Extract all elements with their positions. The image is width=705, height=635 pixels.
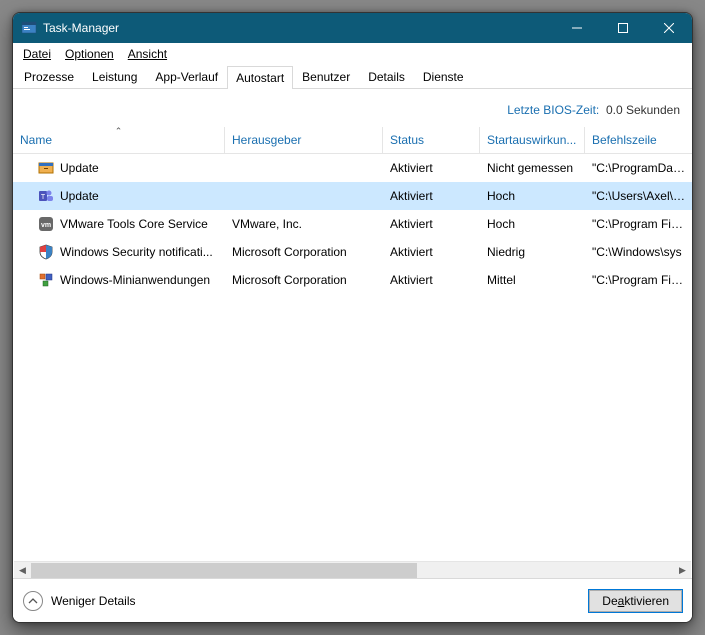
col-name[interactable]: Name ⌃ [13, 127, 225, 153]
row-status: Aktiviert [383, 245, 480, 259]
menu-options[interactable]: Optionen [59, 45, 120, 63]
table-row[interactable]: T Update AktiviertHoch"C:\Users\Axel\Ap [13, 182, 692, 210]
row-cmdline: "C:\Users\Axel\Ap [585, 189, 692, 203]
col-impact[interactable]: Startauswirkun... [480, 127, 585, 153]
tab-processes[interactable]: Prozesse [15, 65, 83, 88]
svg-text:vm: vm [41, 222, 51, 229]
table-row[interactable]: Update AktiviertNicht gemessen"C:\Program… [13, 154, 692, 182]
footer: Weniger Details Deaktivieren [13, 578, 692, 622]
titlebar[interactable]: Task-Manager [13, 13, 692, 43]
bios-timing: Letzte BIOS-Zeit: 0.0 Sekunden [13, 89, 692, 127]
row-cmdline: "C:\ProgramData\ [585, 161, 692, 175]
tab-details[interactable]: Details [359, 65, 414, 88]
tab-users[interactable]: Benutzer [293, 65, 359, 88]
row-publisher: Microsoft Corporation [225, 273, 383, 287]
vm-icon: vm [38, 216, 54, 232]
sort-indicator-icon: ⌃ [115, 127, 123, 137]
chevron-up-icon [23, 591, 43, 611]
table-body: UpdateAktiviertNicht gemessen"C:\Program… [13, 154, 692, 294]
window-title: Task-Manager [43, 21, 554, 35]
row-name: Windows-Minianwendungen [60, 273, 210, 287]
col-publisher[interactable]: Herausgeber [225, 127, 383, 153]
close-button[interactable] [646, 13, 692, 43]
table-row[interactable]: Windows Security notificati... Microsoft … [13, 238, 692, 266]
scroll-thumb[interactable] [31, 563, 417, 578]
table-row[interactable]: Windows-Minianwendungen Microsoft Corpora… [13, 266, 692, 294]
menubar: Datei Optionen Ansicht [13, 43, 692, 65]
row-impact: Nicht gemessen [480, 161, 585, 175]
maximize-button[interactable] [600, 13, 646, 43]
row-publisher: Microsoft Corporation [225, 245, 383, 259]
minimize-button[interactable] [554, 13, 600, 43]
row-cmdline: "C:\Program Files [585, 273, 692, 287]
row-name: VMware Tools Core Service [60, 217, 208, 231]
row-cmdline: "C:\Windows\sys [585, 245, 692, 259]
bios-label: Letzte BIOS-Zeit: [507, 103, 599, 117]
tab-apphistory[interactable]: App-Verlauf [146, 65, 227, 88]
table-header: Name ⌃ Herausgeber Status Startauswirkun… [13, 127, 692, 154]
row-status: Aktiviert [383, 161, 480, 175]
horizontal-scrollbar[interactable]: ◀ ▶ [14, 561, 691, 578]
row-impact: Hoch [480, 189, 585, 203]
table-row[interactable]: vm VMware Tools Core Service VMware, Inc.A… [13, 210, 692, 238]
tab-performance[interactable]: Leistung [83, 65, 146, 88]
row-name: Update [60, 189, 99, 203]
fewer-details-label: Weniger Details [51, 594, 135, 608]
row-impact: Niedrig [480, 245, 585, 259]
row-publisher: VMware, Inc. [225, 217, 383, 231]
row-status: Aktiviert [383, 189, 480, 203]
shield-icon [38, 244, 54, 260]
tab-services[interactable]: Dienste [414, 65, 473, 88]
teams-icon: T [38, 188, 54, 204]
tab-startup[interactable]: Autostart [227, 66, 293, 89]
row-name: Windows Security notificati... [60, 245, 213, 259]
disable-button[interactable]: Deaktivieren [589, 590, 682, 612]
installer-icon [38, 160, 54, 176]
row-status: Aktiviert [383, 273, 480, 287]
gadget-icon [38, 272, 54, 288]
menu-file[interactable]: Datei [17, 45, 57, 63]
row-impact: Hoch [480, 217, 585, 231]
scroll-right-button[interactable]: ▶ [674, 562, 691, 579]
col-cmdline[interactable]: Befehlszeile [585, 127, 692, 153]
fewer-details-button[interactable]: Weniger Details [23, 591, 135, 611]
window: Task-Manager Datei Optionen Ansicht Proz… [12, 12, 693, 623]
row-cmdline: "C:\Program Files [585, 217, 692, 231]
row-name: Update [60, 161, 99, 175]
scroll-left-button[interactable]: ◀ [14, 562, 31, 579]
col-status[interactable]: Status [383, 127, 480, 153]
startup-table: Name ⌃ Herausgeber Status Startauswirkun… [13, 127, 692, 294]
menu-view[interactable]: Ansicht [122, 45, 173, 63]
tab-strip: Prozesse Leistung App-Verlauf Autostart … [13, 65, 692, 89]
bios-value: 0.0 Sekunden [606, 103, 680, 117]
app-icon [21, 20, 37, 36]
row-status: Aktiviert [383, 217, 480, 231]
row-impact: Mittel [480, 273, 585, 287]
scroll-track[interactable] [31, 562, 674, 579]
svg-text:T: T [41, 194, 46, 201]
